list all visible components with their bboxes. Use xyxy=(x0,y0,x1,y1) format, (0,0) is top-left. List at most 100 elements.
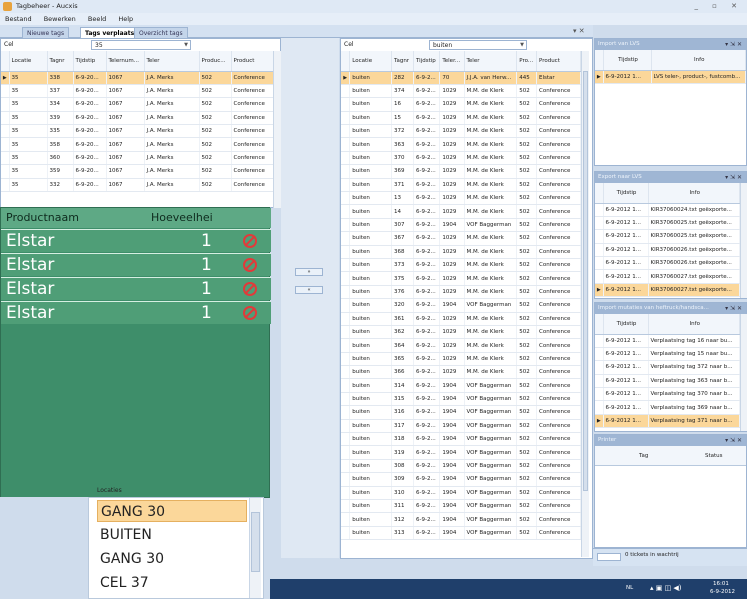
pin-close-icon[interactable]: ▾ ⇲ ✕ xyxy=(725,39,742,50)
pin-close-icon[interactable]: ▾ ⇲ ✕ xyxy=(725,303,742,314)
table-row[interactable]: 6-9-2012 1... Verplaatsing tag 363 naar b… xyxy=(595,374,740,389)
column-header[interactable]: Produc... xyxy=(199,51,232,72)
table-row[interactable]: 35 332 6-9-20... 1067 J.A. Merks 502 Conferenc… xyxy=(1,178,275,193)
table-row[interactable]: buiten 363 6-9-2... 1029 M.M. de Klerk 502 Con… xyxy=(341,137,582,152)
left-cel-combo[interactable]: 35 ▼ xyxy=(91,40,191,50)
tab-nieuwe-tags[interactable]: Nieuwe tags xyxy=(22,27,70,38)
language-indicator[interactable]: NL xyxy=(626,585,633,591)
move-left-button[interactable]: « xyxy=(295,286,323,294)
delete-prohibited-icon[interactable] xyxy=(243,258,257,272)
table-row[interactable]: ▶ 35 338 6-9-20... 1067 J.A. Merks 502 Conferen… xyxy=(1,71,275,85)
table-row[interactable]: buiten 373 6-9-2... 1029 M.M. de Klerk 502 Con… xyxy=(341,258,582,273)
table-row[interactable]: 6-9-2012 1... KIR37060027.txt geëxporte..… xyxy=(595,269,740,284)
pin-close-icon[interactable]: ▾ ⇲ ✕ xyxy=(725,172,742,183)
delete-prohibited-icon[interactable] xyxy=(243,282,257,296)
overlay-row[interactable]: Elstar 1 xyxy=(1,253,271,276)
table-row[interactable]: buiten 362 6-9-2... 1029 M.M. de Klerk 502 Con… xyxy=(341,325,582,340)
table-row[interactable]: 6-9-2012 1... Verplaatsing tag 369 naar b… xyxy=(595,400,740,415)
column-header[interactable]: Teler xyxy=(144,51,200,72)
table-row[interactable]: buiten 319 6-9-2... 1904 VOF Baggerman 502 Con… xyxy=(341,445,582,460)
right-scrollbar[interactable] xyxy=(581,51,589,557)
right-cel-combo[interactable]: buiten ▼ xyxy=(429,40,527,50)
table-row[interactable]: 6-9-2012 1... KIR37060026.txt geëxporte..… xyxy=(595,256,740,271)
table-row[interactable]: 6-9-2012 1... Verplaatsing tag 372 naar b… xyxy=(595,360,740,375)
locatie-item[interactable]: GANG 30 xyxy=(97,500,247,522)
column-header[interactable]: Tagnr xyxy=(391,51,414,72)
table-row[interactable]: buiten 374 6-9-2... 1029 M.M. de Klerk 502 Con… xyxy=(341,84,582,99)
locaties-scrollbar-thumb[interactable] xyxy=(251,512,260,572)
table-row[interactable]: 35 360 6-9-20... 1067 J.A. Merks 502 Conferenc… xyxy=(1,151,275,166)
column-header[interactable]: Tijdstip xyxy=(73,51,107,72)
table-row[interactable]: ▶ buiten 282 6-9-2... 70 J.J.A. van Herw... 44… xyxy=(341,71,582,85)
menu-bestand[interactable]: Bestand xyxy=(0,13,37,25)
table-row[interactable]: buiten 370 6-9-2... 1029 M.M. de Klerk 502 Con… xyxy=(341,151,582,166)
column-header[interactable]: Product xyxy=(231,51,275,72)
column-header[interactable]: Pro... xyxy=(516,51,537,72)
column-header[interactable]: Teler xyxy=(464,51,518,72)
export-scrollbar[interactable] xyxy=(740,183,747,298)
table-row[interactable]: buiten 366 6-9-2... 1029 M.M. de Klerk 502 Con… xyxy=(341,365,582,380)
table-row[interactable]: buiten 310 6-9-2... 1904 VOF Baggerman 502 Con… xyxy=(341,486,582,501)
table-row[interactable]: buiten 314 6-9-2... 1904 VOF Baggerman 502 Con… xyxy=(341,378,582,393)
table-row[interactable]: buiten 361 6-9-2... 1029 M.M. de Klerk 502 Con… xyxy=(341,312,582,326)
table-row[interactable]: buiten 313 6-9-2... 1904 VOF Baggerman 502 Con… xyxy=(341,526,582,541)
table-row[interactable]: buiten 308 6-9-2... 1904 VOF Baggerman 502 Con… xyxy=(341,459,582,474)
table-row[interactable]: buiten 365 6-9-2... 1029 M.M. de Klerk 502 Con… xyxy=(341,352,582,367)
table-row[interactable]: buiten 311 6-9-2... 1904 VOF Baggerman 502 Con… xyxy=(341,499,582,514)
table-row[interactable]: 35 358 6-9-20... 1067 J.A. Merks 502 Conferenc… xyxy=(1,137,275,152)
table-row[interactable]: buiten 312 6-9-2... 1904 VOF Baggerman 502 Con… xyxy=(341,512,582,527)
delete-prohibited-icon[interactable] xyxy=(243,234,257,248)
column-header[interactable]: Product xyxy=(536,51,582,72)
table-row[interactable]: 35 359 6-9-20... 1067 J.A. Merks 502 Conferenc… xyxy=(1,164,275,179)
table-row[interactable]: buiten 369 6-9-2... 1029 M.M. de Klerk 502 Con… xyxy=(341,164,582,179)
table-row[interactable]: 6-9-2012 1... KIR37060026.txt geëxporte..… xyxy=(595,243,740,258)
tab-overzicht-tags[interactable]: Overzicht tags xyxy=(134,27,188,38)
table-row[interactable]: ▶ 6-9-2012 1... KIR37060027.txt geëxporte.… xyxy=(595,283,740,298)
column-header[interactable]: Locatie xyxy=(9,51,48,72)
table-row[interactable]: buiten 316 6-9-2... 1904 VOF Baggerman 502 Con… xyxy=(341,405,582,420)
locaties-scrollbar[interactable] xyxy=(249,498,261,598)
table-row[interactable]: 35 339 6-9-20... 1067 J.A. Merks 502 Conferenc… xyxy=(1,111,275,126)
table-row[interactable]: buiten 376 6-9-2... 1029 M.M. de Klerk 502 Con… xyxy=(341,285,582,300)
menu-help[interactable]: Help xyxy=(113,13,138,25)
table-row[interactable]: ▶ 6-9-2012 1... LVS teler-, product-, fust… xyxy=(595,70,746,84)
table-row[interactable]: buiten 372 6-9-2... 1029 M.M. de Klerk 502 Con… xyxy=(341,124,582,139)
column-header[interactable]: Tagnr xyxy=(47,51,74,72)
table-row[interactable]: buiten 13 6-9-2... 1029 M.M. de Klerk 502 Conf… xyxy=(341,191,582,206)
locatie-item[interactable]: BUITEN xyxy=(97,524,247,546)
table-row[interactable]: 35 337 6-9-20... 1067 J.A. Merks 502 Conferenc… xyxy=(1,84,275,99)
table-row[interactable]: ▶ 6-9-2012 1... Verplaatsing tag 371 naar … xyxy=(595,414,740,429)
overlay-row[interactable]: Elstar 1 xyxy=(1,277,271,300)
table-row[interactable]: buiten 371 6-9-2... 1029 M.M. de Klerk 502 Con… xyxy=(341,178,582,193)
locatie-item[interactable]: GANG 30 xyxy=(97,548,247,570)
right-scrollbar-thumb[interactable] xyxy=(583,71,588,491)
table-row[interactable]: 35 335 6-9-20... 1067 J.A. Merks 502 Conferenc… xyxy=(1,124,275,139)
tray-icons[interactable]: ▴ ▣ ◫ ◀) xyxy=(650,584,682,592)
column-header[interactable]: Telernum... xyxy=(106,51,145,72)
table-row[interactable]: buiten 367 6-9-2... 1029 M.M. de Klerk 502 Con… xyxy=(341,231,582,246)
table-row[interactable]: buiten 307 6-9-2... 1904 VOF Baggerman 502 Con… xyxy=(341,218,582,233)
table-row[interactable]: buiten 14 6-9-2... 1029 M.M. de Klerk 502 Conf… xyxy=(341,204,582,219)
window-controls[interactable]: _ ▫ ✕ xyxy=(694,0,743,13)
table-row[interactable]: 6-9-2012 1... Verplaatsing tag 15 naar bu… xyxy=(595,347,740,362)
table-row[interactable]: buiten 15 6-9-2... 1029 M.M. de Klerk 502 Conf… xyxy=(341,111,582,126)
pin-close-icon[interactable]: ▾ ⇲ ✕ xyxy=(725,435,742,446)
table-row[interactable]: 6-9-2012 1... KIR37060025.txt geëxporte..… xyxy=(595,216,740,231)
table-row[interactable]: buiten 364 6-9-2... 1029 M.M. de Klerk 502 Con… xyxy=(341,338,582,353)
column-header[interactable]: Teler... xyxy=(439,51,465,72)
mutaties-scrollbar[interactable] xyxy=(740,314,747,431)
menu-bewerken[interactable]: Bewerken xyxy=(39,13,81,25)
table-row[interactable]: buiten 309 6-9-2... 1904 VOF Baggerman 502 Con… xyxy=(341,472,582,487)
move-right-button[interactable]: » xyxy=(295,268,323,276)
overlay-row[interactable]: Elstar 1 xyxy=(1,229,271,252)
table-row[interactable]: buiten 315 6-9-2... 1904 VOF Baggerman 502 Con… xyxy=(341,392,582,407)
table-row[interactable]: 6-9-2012 1... KIR37060025.txt geëxporte..… xyxy=(595,229,740,244)
locatie-item[interactable]: CEL 37 xyxy=(97,572,247,594)
table-row[interactable]: buiten 375 6-9-2... 1029 M.M. de Klerk 502 Con… xyxy=(341,271,582,286)
document-close-icon[interactable]: ▾ ✕ xyxy=(573,27,585,35)
column-header[interactable]: Tijdstip xyxy=(413,51,441,72)
overlay-row[interactable]: Elstar 1 xyxy=(1,301,271,324)
left-scrollbar[interactable] xyxy=(273,51,281,208)
table-row[interactable]: 6-9-2012 1... KIR37060024.txt geëxporte..… xyxy=(595,203,740,217)
table-row[interactable]: 6-9-2012 1... Verplaatsing tag 370 naar b… xyxy=(595,387,740,402)
